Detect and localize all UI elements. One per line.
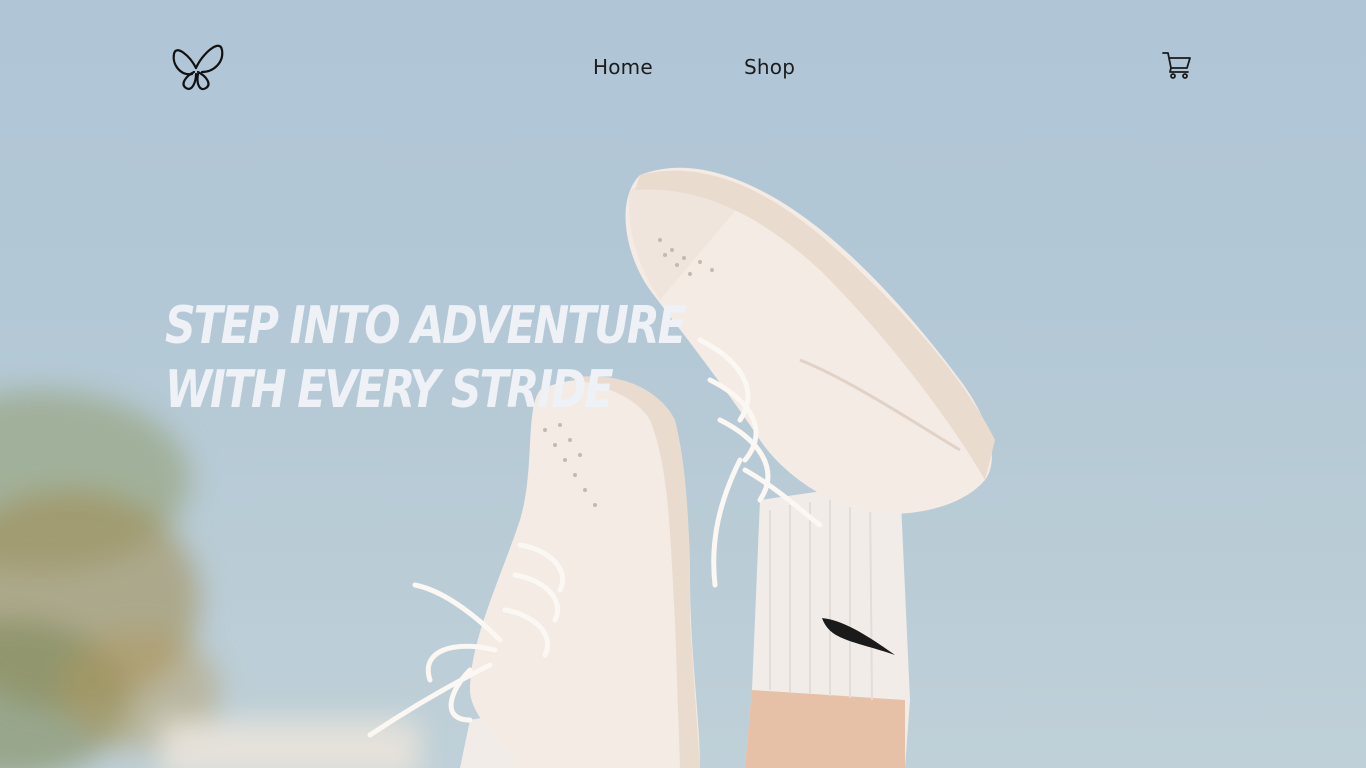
nav-link-shop[interactable]: Shop bbox=[744, 55, 795, 79]
shopping-cart-icon[interactable] bbox=[1160, 48, 1194, 82]
hero-section: Home Shop Step into adventure with every… bbox=[0, 0, 1366, 768]
top-nav: Home Shop bbox=[0, 0, 1366, 130]
nav-link-home[interactable]: Home bbox=[593, 55, 653, 79]
hero-headline: Step into adventure with every stride bbox=[165, 296, 687, 420]
butterfly-logo-icon[interactable] bbox=[170, 38, 226, 92]
